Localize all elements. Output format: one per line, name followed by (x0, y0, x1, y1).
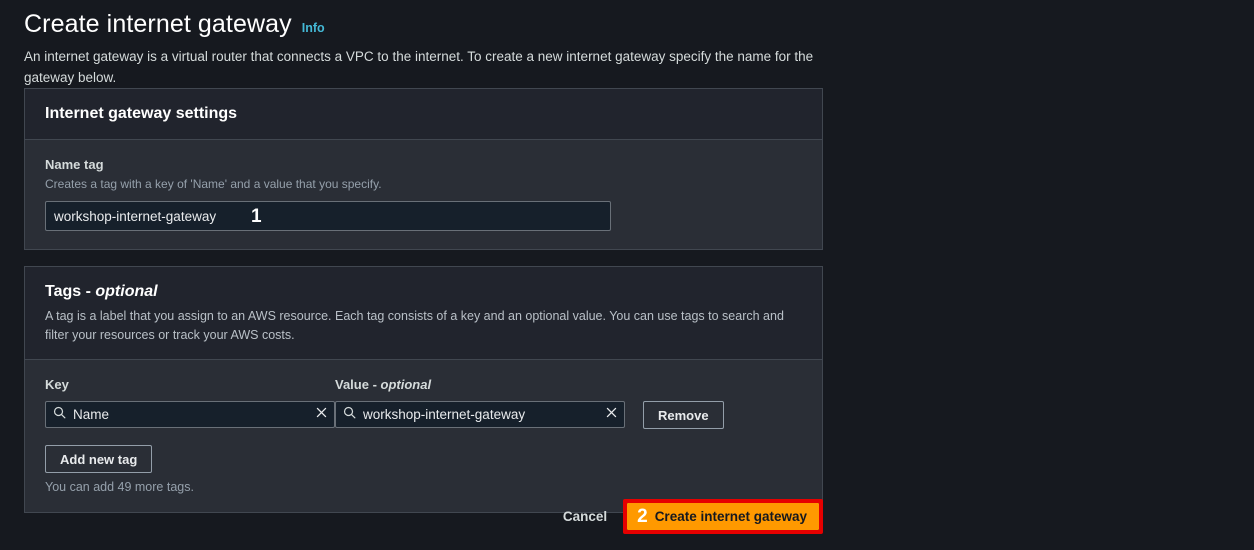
title-row: Create internet gateway Info (24, 8, 1254, 40)
tag-key-column: Key Name (45, 376, 335, 428)
tag-value-label-optional: optional (380, 377, 432, 392)
settings-card-title: Internet gateway settings (45, 105, 238, 122)
cancel-button[interactable]: Cancel (555, 503, 615, 530)
tags-card-body: Key Name Value - optional workshop-inter… (25, 360, 822, 512)
tag-value-label-main: Value - (335, 377, 381, 392)
tag-key-input[interactable]: Name (45, 401, 335, 428)
create-internet-gateway-page: Create internet gateway Info An internet… (0, 0, 1254, 550)
tags-card-title-main: Tags - (45, 283, 96, 300)
tags-card: Tags - optional A tag is a label that yo… (24, 266, 823, 513)
name-tag-label: Name tag (45, 157, 104, 172)
name-tag-input[interactable]: workshop-internet-gateway (45, 201, 611, 231)
settings-card-header: Internet gateway settings (25, 89, 822, 140)
tag-key-label: Key (45, 377, 69, 392)
tags-card-title-optional: optional (95, 283, 158, 300)
tags-limit-note: You can add 49 more tags. (45, 480, 194, 494)
page-title: Create internet gateway (24, 10, 292, 38)
tag-row: Key Name Value - optional workshop-inter… (45, 376, 802, 429)
tag-value-column: Value - optional workshop-internet-gatew… (335, 376, 625, 428)
page-header: Create internet gateway Info An internet… (0, 0, 1254, 88)
create-internet-gateway-button-label: Create internet gateway (654, 509, 807, 524)
tag-value-value: workshop-internet-gateway (363, 407, 526, 422)
name-tag-input-value: workshop-internet-gateway (54, 208, 217, 224)
tag-value-label: Value - optional (335, 376, 625, 394)
create-internet-gateway-button[interactable]: 2 Create internet gateway (627, 503, 819, 530)
search-icon (343, 406, 356, 424)
info-link[interactable]: Info (302, 21, 325, 35)
annotation-marker-2: 2 (637, 506, 648, 527)
internet-gateway-settings-card: Internet gateway settings Name tag Creat… (24, 88, 823, 250)
submit-highlight-box: 2 Create internet gateway (623, 499, 823, 534)
add-new-tag-button[interactable]: Add new tag (45, 445, 153, 473)
footer-actions: Cancel 2 Create internet gateway (24, 499, 823, 534)
tags-card-title: Tags - optional (45, 281, 802, 303)
tags-card-header: Tags - optional A tag is a label that yo… (25, 267, 822, 360)
clear-value-icon[interactable] (603, 406, 620, 424)
page-description: An internet gateway is a virtual router … (24, 49, 814, 85)
tag-value-input[interactable]: workshop-internet-gateway (335, 401, 625, 428)
tags-card-description: A tag is a label that you assign to an A… (45, 309, 784, 342)
clear-key-icon[interactable] (313, 406, 330, 424)
name-tag-description: Creates a tag with a key of 'Name' and a… (45, 177, 382, 191)
tag-key-value: Name (73, 407, 110, 422)
search-icon (53, 406, 66, 424)
settings-card-body: Name tag Creates a tag with a key of 'Na… (25, 140, 822, 249)
remove-tag-button[interactable]: Remove (643, 401, 724, 429)
